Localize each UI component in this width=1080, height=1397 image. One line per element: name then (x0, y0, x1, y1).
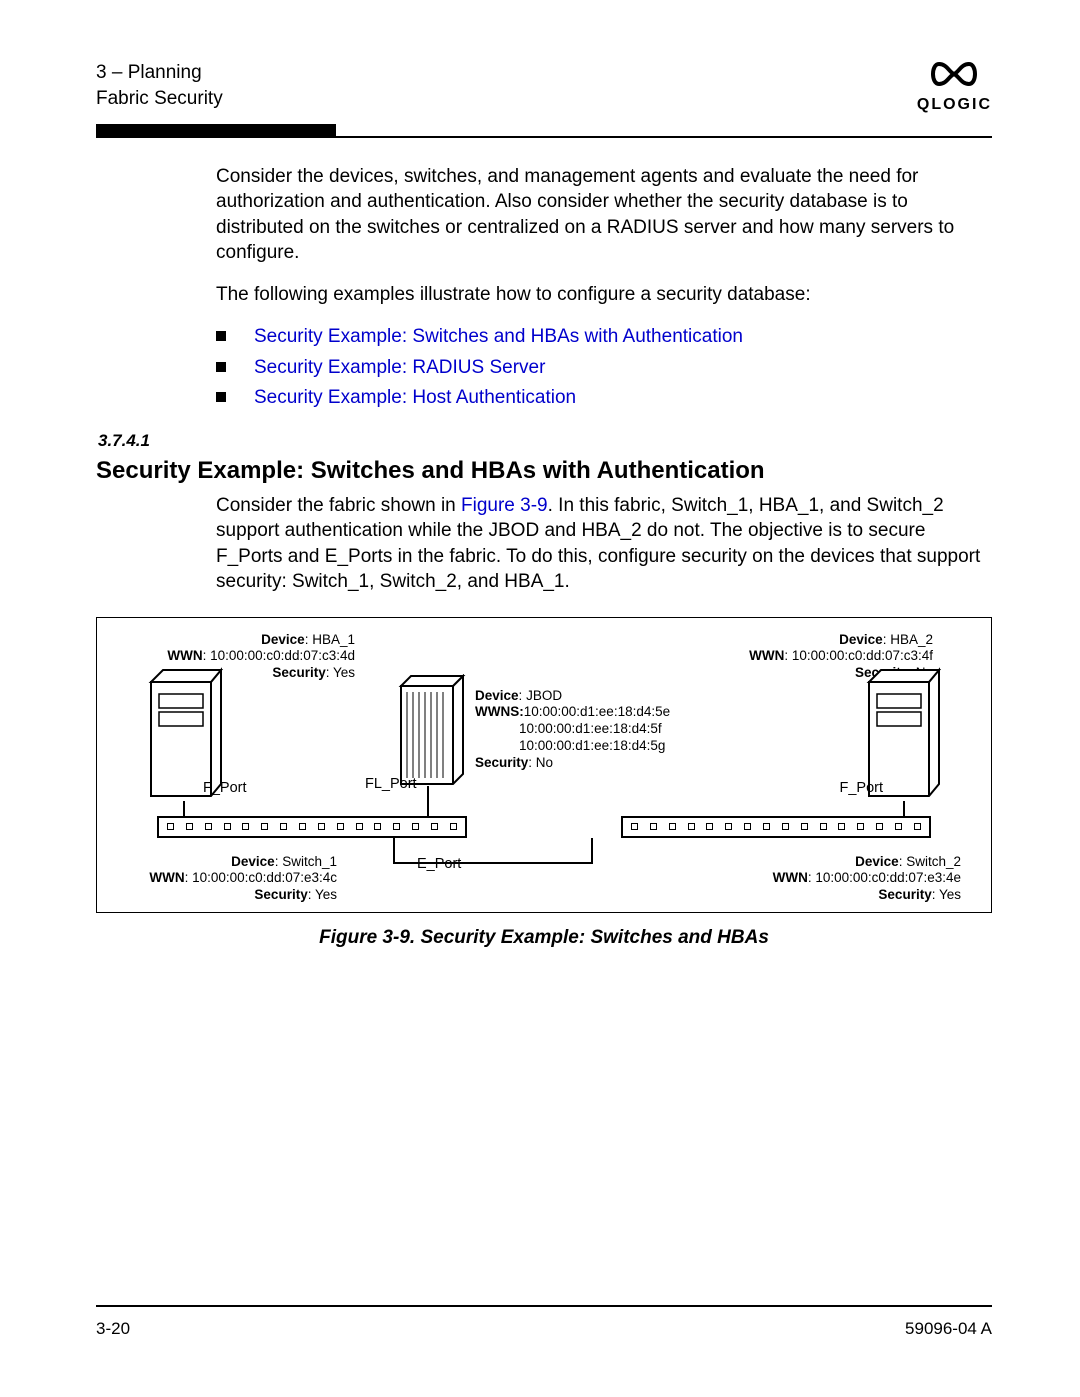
footer-rule (96, 1305, 992, 1307)
flport-label: FL_Port (365, 776, 417, 792)
fport1-label: F_Port (203, 780, 247, 796)
intro-para-1: Consider the devices, switches, and mana… (216, 164, 992, 266)
figure-caption: Figure 3-9. Security Example: Switches a… (96, 927, 992, 949)
fport2-label: F_Port (839, 780, 883, 796)
page-number: 3-20 (96, 1319, 130, 1339)
bullet-square-icon (216, 392, 226, 402)
link-host-auth[interactable]: Security Example: Host Authentication (254, 384, 576, 413)
bullet-3: Security Example: Host Authentication (216, 384, 992, 413)
eport-label: E_Port (417, 856, 461, 872)
section-label: Fabric Security (96, 86, 223, 112)
jbod-icon (397, 674, 467, 789)
section-number: 3.7.4.1 (98, 431, 992, 451)
switch1-icon (157, 816, 467, 838)
bullet-1: Security Example: Switches and HBAs with… (216, 323, 992, 352)
chapter-label: 3 – Planning (96, 60, 223, 86)
intro-para-2: The following examples illustrate how to… (216, 282, 992, 307)
logo-mark-icon (917, 60, 992, 94)
figure-3-9: Device: HBA_1 WWN: 10:00:00:c0:dd:07:c3:… (96, 617, 992, 913)
bullet-square-icon (216, 362, 226, 372)
logo-text: QLOGIC (917, 96, 992, 114)
jbod-label: Device: JBOD WWNS:10:00:00:d1:ee:18:d4:5… (475, 688, 670, 772)
qlogic-logo: QLOGIC (917, 60, 992, 114)
sw2-label: Device: Switch_2 WWN: 10:00:00:c0:dd:07:… (751, 854, 961, 905)
section-title: Security Example: Switches and HBAs with… (96, 457, 992, 485)
bullet-square-icon (216, 331, 226, 341)
bullet-2: Security Example: RADIUS Server (216, 354, 992, 383)
figure-ref-link[interactable]: Figure 3-9 (461, 495, 548, 516)
section-para-a: Consider the fabric shown in (216, 495, 461, 516)
switch2-icon (621, 816, 931, 838)
doc-id: 59096-04 A (905, 1319, 992, 1339)
link-switches-hbas[interactable]: Security Example: Switches and HBAs with… (254, 323, 743, 352)
sw1-label: Device: Switch_1 WWN: 10:00:00:c0:dd:07:… (127, 854, 337, 905)
link-radius-server[interactable]: Security Example: RADIUS Server (254, 354, 545, 383)
header-rule (96, 124, 992, 138)
header-text: 3 – Planning Fabric Security (96, 60, 223, 111)
section-para: Consider the fabric shown in Figure 3-9.… (216, 493, 992, 595)
